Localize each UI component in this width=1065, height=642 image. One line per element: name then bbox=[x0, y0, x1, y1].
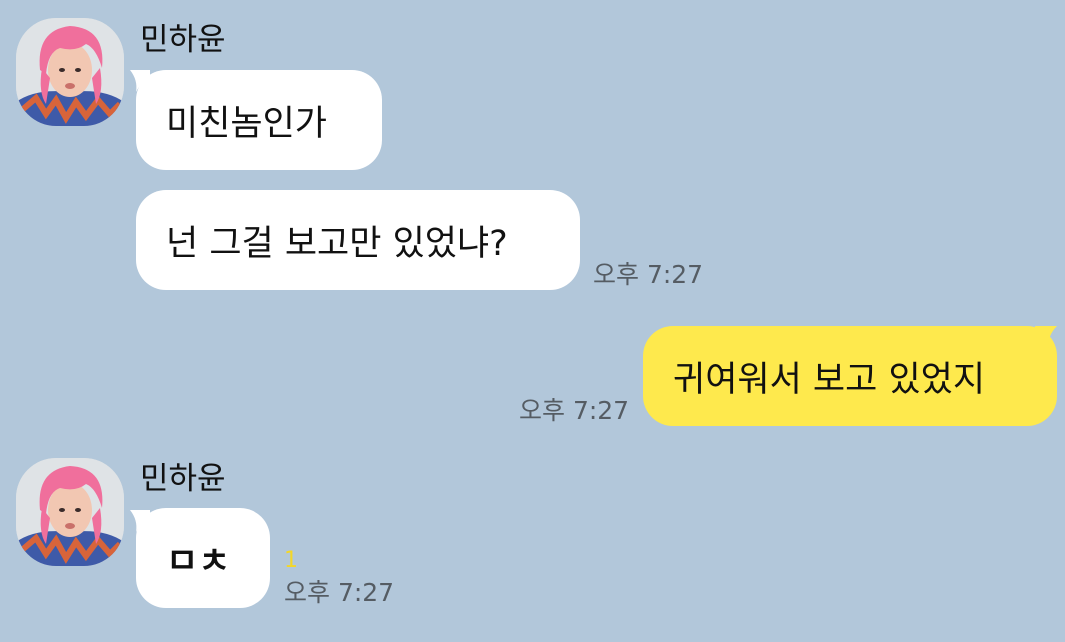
avatar[interactable] bbox=[16, 18, 124, 126]
message-text: 귀여워서 보고 있었지 bbox=[673, 359, 986, 400]
sender-name: 민하윤 bbox=[140, 461, 226, 497]
bubble-tail bbox=[1035, 326, 1057, 348]
profile-photo-icon bbox=[16, 18, 124, 126]
message-bubble[interactable]: 넌 그걸 보고만 있었냐? bbox=[136, 190, 580, 290]
message-text: 넌 그걸 보고만 있었냐? bbox=[166, 223, 508, 264]
message-bubble[interactable]: ㅁㅊ bbox=[136, 508, 270, 608]
message-timestamp: 오후 7:27 bbox=[284, 578, 395, 607]
message-timestamp: 오후 7:27 bbox=[519, 396, 630, 425]
message-timestamp: 오후 7:27 bbox=[593, 260, 704, 289]
avatar[interactable] bbox=[16, 458, 124, 566]
message-bubble[interactable]: 미친놈인가 bbox=[136, 70, 382, 170]
sender-name: 민하윤 bbox=[140, 22, 226, 58]
profile-photo-icon bbox=[16, 458, 124, 566]
unread-count: 1 bbox=[284, 548, 298, 573]
message-text: ㅁㅊ bbox=[166, 541, 231, 582]
message-text: 미친놈인가 bbox=[166, 103, 328, 144]
message-bubble[interactable]: 귀여워서 보고 있었지 bbox=[643, 326, 1057, 426]
